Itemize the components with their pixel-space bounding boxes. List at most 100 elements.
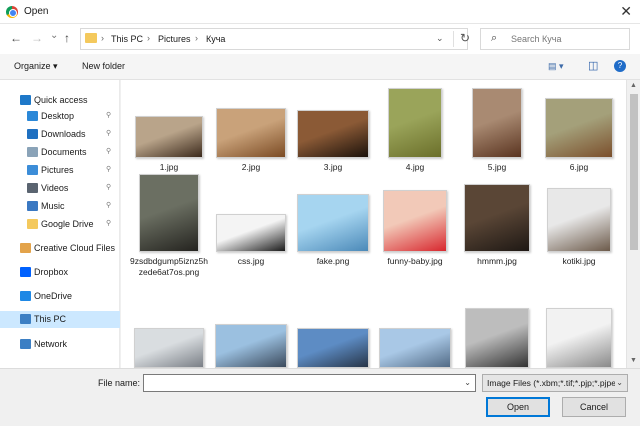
file-item[interactable]: kotiki.jpg xyxy=(539,172,619,267)
sidebar-item-creative-cloud-files[interactable]: Creative Cloud Files xyxy=(0,240,120,257)
file-thumbnail[interactable] xyxy=(546,308,612,368)
file-thumbnail[interactable] xyxy=(297,194,369,252)
file-item[interactable]: funny-baby.jpg xyxy=(375,172,455,267)
refresh-icon[interactable]: ↻ xyxy=(453,31,470,47)
cancel-button[interactable]: Cancel xyxy=(562,397,626,417)
file-thumbnail[interactable] xyxy=(383,190,447,252)
onedrive-icon xyxy=(20,291,31,301)
file-item[interactable]: fake.png xyxy=(293,172,373,267)
organize-button[interactable]: Organize ▾ xyxy=(14,61,58,72)
file-thumbnail[interactable] xyxy=(545,98,613,158)
file-thumbnail[interactable] xyxy=(139,174,199,252)
file-type-filter-value[interactable]: Image Files (*.xbm;*.tif;*.pjp;*.pjpeg;*… xyxy=(487,378,615,388)
breadcrumb-separator: › xyxy=(101,33,104,43)
sidebar-item-label: Google Drive xyxy=(41,219,94,229)
file-name-input[interactable]: ⌄ xyxy=(143,374,476,392)
sidebar-item-dropbox[interactable]: Dropbox xyxy=(0,264,120,281)
file-thumbnail[interactable] xyxy=(215,324,287,368)
scrollbar-thumb[interactable] xyxy=(630,94,638,250)
preview-pane-icon[interactable]: ◫ xyxy=(588,59,598,72)
file-type-filter[interactable]: Image Files (*.xbm;*.tif;*.pjp;*.pjpeg;*… xyxy=(482,374,628,392)
open-button[interactable]: Open xyxy=(486,397,550,417)
filter-dropdown-icon[interactable]: ⌄ xyxy=(616,378,623,387)
file-item[interactable]: 6.jpg xyxy=(539,86,619,173)
scroll-up-icon[interactable]: ▲ xyxy=(630,82,637,89)
file-item[interactable]: 2.jpg xyxy=(211,86,291,173)
sidebar-item-onedrive[interactable]: OneDrive xyxy=(0,288,120,305)
pin-icon: ⚲ xyxy=(106,202,112,209)
file-name: 9zsdbdgump5iznz5hzede6at7os.png xyxy=(130,256,208,277)
file-thumbnail[interactable] xyxy=(297,328,369,368)
sidebar-item-label: Documents xyxy=(41,147,87,157)
sidebar-item-documents[interactable]: Documents ⚲ xyxy=(0,144,120,161)
file-thumbnail[interactable] xyxy=(464,184,530,252)
sidebar-item-downloads[interactable]: Downloads ⚲ xyxy=(0,126,120,143)
file-item[interactable]: 1.jpg xyxy=(129,86,209,173)
file-item[interactable]: manhattan-panorama-4.jpg xyxy=(375,296,455,368)
sidebar-item-google-drive[interactable]: Google Drive ⚲ xyxy=(0,216,120,233)
file-item[interactable]: hmmm.jpg xyxy=(457,172,537,267)
sidebar-item-label: This PC xyxy=(34,314,67,324)
dropbox-icon xyxy=(20,267,31,277)
file-thumbnail[interactable] xyxy=(297,110,369,158)
file-item[interactable]: sova-1.jpg xyxy=(539,296,619,368)
file-thumbnail[interactable] xyxy=(547,188,611,252)
sidebar-item-this-pc[interactable]: This PC xyxy=(0,311,120,328)
address-bar[interactable]: › This PC › Pictures › Куча ⌄ ↻ xyxy=(80,28,470,50)
file-item[interactable]: 5.jpg xyxy=(457,86,537,173)
new-folder-button[interactable]: New folder xyxy=(82,61,125,71)
sidebar-item-label: Videos xyxy=(41,183,69,193)
breadcrumb-this-pc[interactable]: This PC xyxy=(111,34,143,44)
recent-locations-chevron-icon[interactable]: ⌄ xyxy=(50,30,58,41)
file-thumbnail[interactable] xyxy=(216,214,286,252)
file-name: hmmm.jpg xyxy=(477,256,517,266)
sidebar-item-network[interactable]: Network xyxy=(0,336,120,353)
breadcrumb-separator[interactable]: › xyxy=(147,33,150,43)
file-item[interactable]: 3.jpg xyxy=(293,86,373,173)
breadcrumb-separator[interactable]: › xyxy=(195,33,198,43)
file-item[interactable]: manhattan-panorama-2.jpg xyxy=(211,296,291,368)
documents-icon xyxy=(27,147,38,157)
file-item[interactable]: css.jpg xyxy=(211,172,291,267)
address-dropdown-icon[interactable]: ⌄ xyxy=(436,33,444,44)
file-item[interactable]: 9zsdbdgump5iznz5hzede6at7os.png xyxy=(129,172,209,278)
sidebar-item-videos[interactable]: Videos ⚲ xyxy=(0,180,120,197)
file-item[interactable]: manhattan-panorama-3.jpg xyxy=(293,296,373,368)
close-icon[interactable]: ✕ xyxy=(620,3,632,20)
sidebar-item-label: Pictures xyxy=(41,165,74,175)
vertical-scrollbar[interactable]: ▲ ▼ xyxy=(626,80,640,368)
file-thumbnail[interactable] xyxy=(379,328,451,368)
breadcrumb-pictures[interactable]: Pictures xyxy=(158,34,191,44)
file-name-dropdown-icon[interactable]: ⌄ xyxy=(464,378,471,387)
videos-icon xyxy=(27,183,38,193)
change-view-icon[interactable]: ▤ ▾ xyxy=(548,61,564,72)
file-thumbnail[interactable] xyxy=(134,328,204,368)
help-icon[interactable]: ? xyxy=(614,60,626,72)
search-placeholder[interactable]: Search Куча xyxy=(511,34,561,44)
file-thumbnail[interactable] xyxy=(465,308,529,368)
scroll-down-icon[interactable]: ▼ xyxy=(630,357,637,364)
sidebar-item-pictures[interactable]: Pictures ⚲ xyxy=(0,162,120,179)
file-thumbnail[interactable] xyxy=(472,88,522,158)
file-thumbnail[interactable] xyxy=(388,88,442,158)
sidebar-item-label: Desktop xyxy=(41,111,75,121)
sidebar-item-desktop[interactable]: Desktop ⚲ xyxy=(0,108,120,125)
file-view: 1.jpg 2.jpg 3.jpg 4.jpg 5.jpg 6.jpg 9zsdbdgump… xyxy=(121,80,626,368)
pin-icon: ⚲ xyxy=(106,166,112,173)
sidebar-item-music[interactable]: Music ⚲ xyxy=(0,198,120,215)
up-arrow-icon[interactable]: ↑ xyxy=(64,31,70,45)
file-item[interactable]: 4.jpg xyxy=(375,86,455,173)
pictures-icon xyxy=(27,165,38,175)
sidebar-item-label: Quick access xyxy=(34,95,88,105)
file-item[interactable]: ooo.gif xyxy=(457,296,537,368)
breadcrumb-current-folder[interactable]: Куча xyxy=(206,34,225,44)
file-thumbnail[interactable] xyxy=(216,108,286,158)
file-name: kotiki.jpg xyxy=(562,256,596,266)
back-arrow-icon[interactable]: ← xyxy=(10,31,22,45)
file-item[interactable]: manhattan-panorama-1.jpg xyxy=(129,296,209,368)
forward-arrow-icon[interactable]: → xyxy=(31,31,43,45)
sidebar-item-quick-access[interactable]: Quick access xyxy=(0,92,120,109)
file-thumbnail[interactable] xyxy=(135,116,203,158)
desktop-icon xyxy=(27,111,38,121)
search-box[interactable]: ⌕ Search Куча xyxy=(480,28,630,50)
